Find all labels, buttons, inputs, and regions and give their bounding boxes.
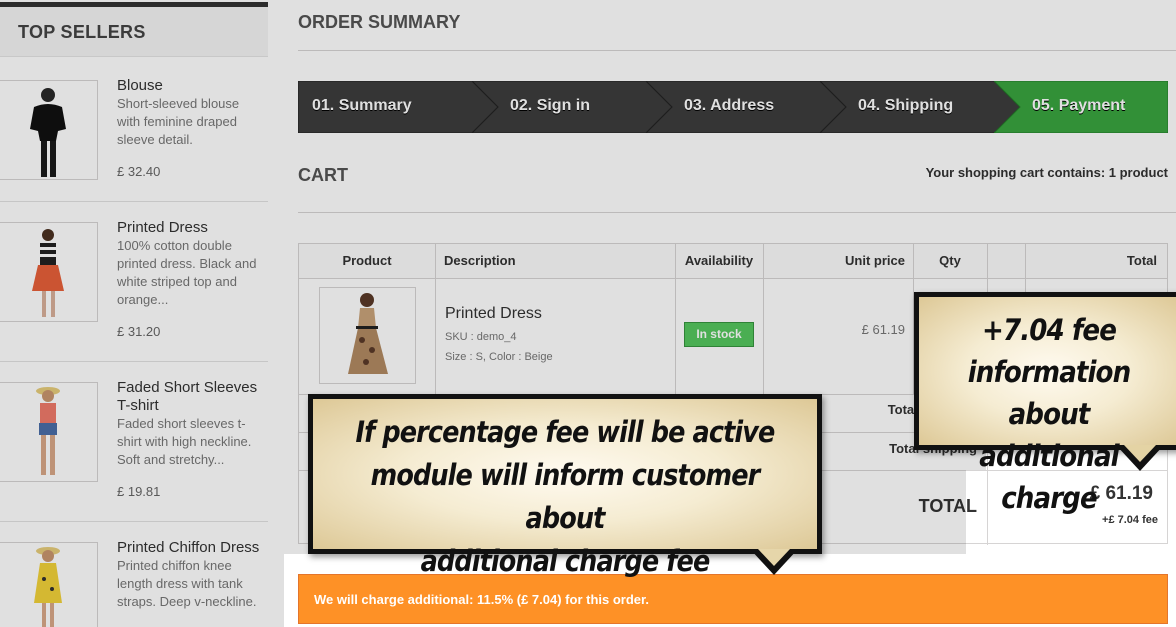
divider bbox=[675, 244, 676, 394]
in-stock-badge: In stock bbox=[684, 322, 754, 347]
cart-count: Your shopping cart contains: 1 product bbox=[925, 165, 1168, 180]
cart-product-image[interactable] bbox=[319, 287, 416, 384]
page-title: ORDER SUMMARY bbox=[298, 12, 461, 32]
column-header-product: Product bbox=[299, 244, 435, 279]
step-label: 03. Address bbox=[684, 97, 775, 114]
divider bbox=[0, 201, 268, 202]
cart-product-attributes: Size : S, Color : Beige bbox=[445, 351, 553, 363]
step-summary[interactable]: 01. Summary bbox=[298, 81, 498, 133]
callout-line: module will inform customer about bbox=[370, 458, 761, 535]
column-header-blank bbox=[987, 244, 1025, 279]
callout-fee-info: +7.04 fee information about additional c… bbox=[914, 292, 1176, 515]
top-seller-item[interactable]: Printed Chiffon Dress Printed chiffon kn… bbox=[0, 539, 268, 627]
callout-line: information about bbox=[967, 355, 1131, 431]
sidebar: TOP SELLERS Blouse Short-sleeved blouse … bbox=[0, 0, 268, 627]
step-address[interactable]: 03. Address bbox=[646, 81, 846, 133]
product-description: Printed chiffon knee length dress with t… bbox=[117, 558, 257, 609]
product-thumbnail[interactable] bbox=[0, 80, 98, 180]
callout-line: If percentage fee will be active bbox=[355, 415, 776, 449]
divider bbox=[1025, 244, 1026, 294]
product-price: £ 19.81 bbox=[117, 484, 161, 499]
product-name[interactable]: Faded Short Sleeves T-shirt bbox=[117, 379, 267, 415]
step-label: 04. Shipping bbox=[858, 97, 954, 114]
divider bbox=[763, 244, 764, 394]
cart-product-sku: SKU : demo_4 bbox=[445, 331, 517, 343]
cart-title: CART bbox=[298, 165, 348, 185]
product-description: 100% cotton double printed dress. Black … bbox=[117, 238, 257, 307]
step-label: 02. Sign in bbox=[510, 97, 591, 114]
column-header-description: Description bbox=[435, 244, 675, 279]
step-sign-in[interactable]: 02. Sign in bbox=[472, 81, 672, 133]
product-description: Faded short sleeves t-shirt with high ne… bbox=[117, 416, 252, 467]
product-description: Short-sleeved blouse with feminine drape… bbox=[117, 96, 240, 147]
column-header-availability: Availability bbox=[675, 244, 763, 279]
column-header-total: Total bbox=[1025, 244, 1167, 279]
column-header-qty: Qty bbox=[913, 244, 987, 279]
column-header-unit-price: Unit price bbox=[763, 244, 913, 279]
product-price: £ 31.20 bbox=[117, 324, 161, 339]
product-name[interactable]: Blouse bbox=[117, 77, 267, 95]
product-thumbnail[interactable] bbox=[0, 382, 98, 482]
cart-product-name[interactable]: Printed Dress bbox=[445, 305, 542, 323]
product-thumbnail[interactable] bbox=[0, 222, 98, 322]
step-payment[interactable]: 05. Payment bbox=[994, 81, 1168, 133]
fee-notice-text: We will charge additional: 11.5% (£ 7.04… bbox=[314, 592, 649, 607]
product-thumbnail[interactable] bbox=[0, 542, 98, 627]
product-name[interactable]: Printed Chiffon Dress bbox=[117, 539, 267, 557]
top-seller-item[interactable]: Printed Dress 100% cotton double printed… bbox=[0, 219, 268, 362]
callout-line: +7.04 fee bbox=[981, 313, 1117, 347]
callout-pointer bbox=[750, 549, 798, 575]
product-name[interactable]: Printed Dress bbox=[117, 219, 267, 237]
top-sellers-header: TOP SELLERS bbox=[0, 7, 268, 57]
divider bbox=[298, 50, 1176, 51]
divider bbox=[435, 244, 436, 394]
product-price: £ 32.40 bbox=[117, 164, 161, 179]
top-sellers-title: TOP SELLERS bbox=[18, 22, 146, 42]
divider bbox=[0, 361, 268, 362]
divider bbox=[0, 521, 268, 522]
top-seller-item[interactable]: Blouse Short-sleeved blouse with feminin… bbox=[0, 77, 268, 202]
divider bbox=[298, 212, 1176, 213]
step-label: 05. Payment bbox=[1032, 97, 1126, 114]
callout-line: additional charge fee bbox=[420, 544, 711, 578]
callout-pointer bbox=[1116, 445, 1164, 471]
step-shipping[interactable]: 04. Shipping bbox=[820, 81, 1020, 133]
callout-text: +7.04 fee information about additional c… bbox=[932, 309, 1166, 519]
unit-price: £ 61.19 bbox=[861, 322, 905, 337]
callout-percentage-fee: If percentage fee will be active module … bbox=[308, 394, 822, 578]
callout-text: If percentage fee will be active module … bbox=[343, 411, 787, 583]
step-label: 01. Summary bbox=[312, 97, 412, 114]
top-seller-item[interactable]: Faded Short Sleeves T-shirt Faded short … bbox=[0, 379, 268, 522]
checkout-steps: 01. Summary 02. Sign in 03. Address 04. … bbox=[298, 81, 1168, 133]
